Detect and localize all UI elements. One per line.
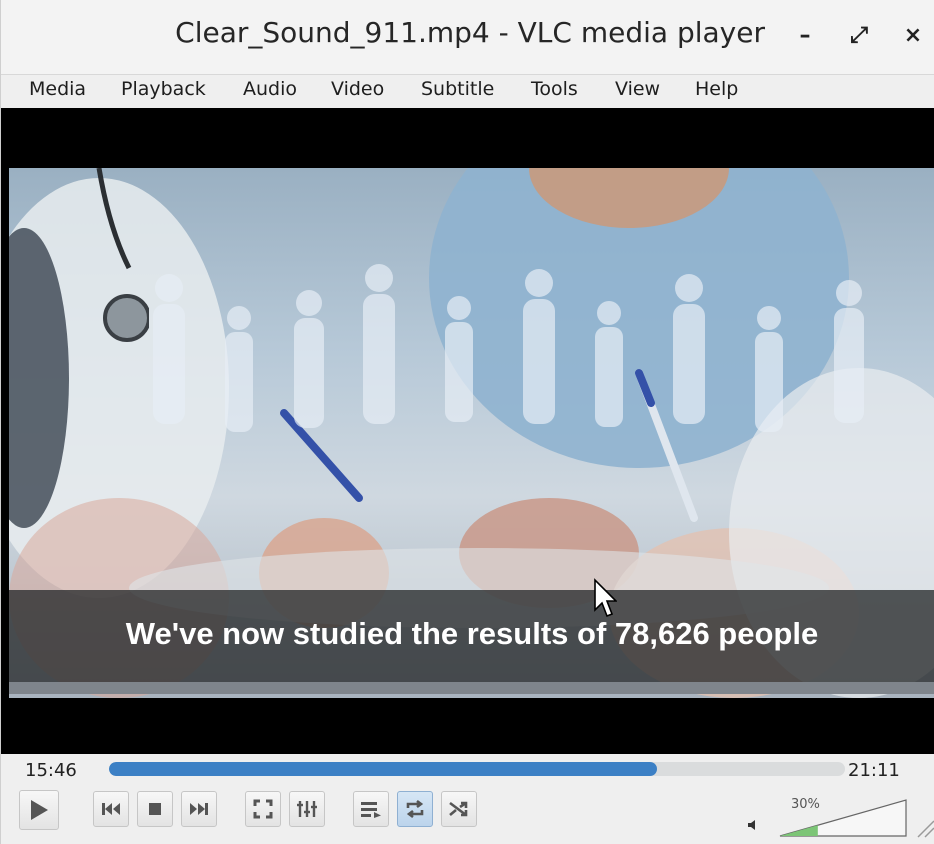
previous-icon: [102, 803, 120, 815]
previous-button[interactable]: [93, 791, 129, 827]
next-button[interactable]: [181, 791, 217, 827]
stop-button[interactable]: [137, 791, 173, 827]
next-icon: [190, 803, 208, 815]
extended-settings-button[interactable]: [289, 791, 325, 827]
seek-progress: [109, 762, 658, 776]
shuffle-button[interactable]: [441, 791, 477, 827]
title-bar[interactable]: Clear_Sound_911.mp4 - VLC media player –…: [1, 0, 934, 74]
menu-tools[interactable]: Tools: [531, 78, 578, 100]
maximize-button[interactable]: ⤢: [841, 18, 877, 54]
elapsed-time: 15:46: [25, 760, 77, 781]
loop-button[interactable]: [397, 791, 433, 827]
menu-view[interactable]: View: [615, 78, 660, 100]
vlc-window: Clear_Sound_911.mp4 - VLC media player –…: [0, 0, 934, 844]
speaker-icon[interactable]: [746, 818, 760, 832]
menu-bar: Media Playback Audio Video Subtitle Tool…: [1, 74, 934, 109]
play-icon: [31, 800, 48, 820]
people-silhouettes-icon: [153, 264, 864, 432]
volume-slider[interactable]: [778, 798, 908, 838]
playlist-icon: [361, 802, 381, 818]
shuffle-icon: [449, 801, 468, 817]
stop-icon: [149, 803, 161, 815]
minimize-button[interactable]: –: [787, 18, 823, 54]
total-time[interactable]: 21:11: [848, 760, 900, 781]
play-button[interactable]: [19, 790, 59, 830]
menu-audio[interactable]: Audio: [243, 78, 297, 100]
menu-media[interactable]: Media: [29, 78, 86, 100]
menu-video[interactable]: Video: [331, 78, 384, 100]
close-button[interactable]: ×: [895, 18, 931, 54]
subtitle-text: We've now studied the results of 78,626 …: [125, 616, 819, 651]
video-frame-edge: [9, 682, 934, 694]
menu-playback[interactable]: Playback: [121, 78, 206, 100]
playlist-button[interactable]: [353, 791, 389, 827]
extended-settings-icon: [297, 801, 317, 817]
window-title: Clear_Sound_911.mp4 - VLC media player: [175, 16, 765, 49]
mouse-cursor-icon: [594, 578, 617, 618]
video-area[interactable]: We've now studied the results of 78,626 …: [1, 108, 934, 754]
fullscreen-button[interactable]: [245, 791, 281, 827]
menu-subtitle[interactable]: Subtitle: [421, 78, 494, 100]
resize-grip-icon[interactable]: [915, 818, 934, 838]
menu-help[interactable]: Help: [695, 78, 738, 100]
loop-icon: [406, 799, 424, 819]
seek-slider[interactable]: [109, 762, 845, 776]
fullscreen-icon: [253, 799, 273, 819]
